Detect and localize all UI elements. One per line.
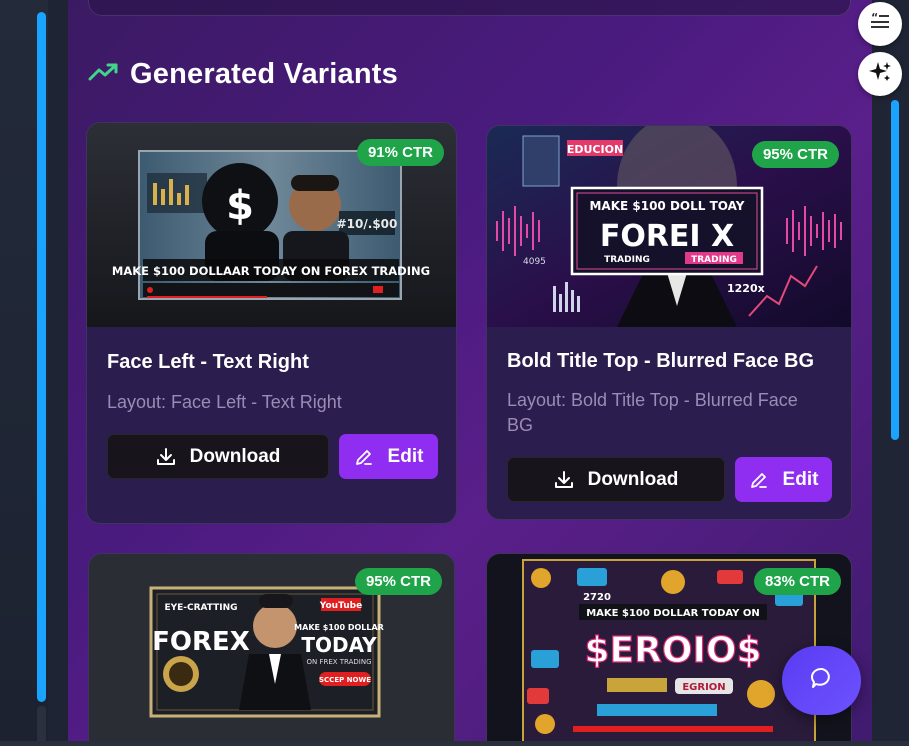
- download-label: Download: [587, 468, 679, 490]
- svg-text:1220x: 1220x: [727, 282, 765, 295]
- variant-layout: Layout: Bold Title Top - Blurred Face BG: [507, 388, 798, 438]
- right-scrollbar[interactable]: [891, 100, 899, 440]
- svg-text:$: $: [226, 183, 254, 229]
- svg-text:MAKE $100 DOLLAAR TODAY ON FOR: MAKE $100 DOLLAAR TODAY ON FOREX TRADING: [112, 264, 430, 278]
- left-scrollbar[interactable]: [37, 12, 46, 702]
- svg-text:#10/.$00: #10/.$00: [337, 217, 398, 231]
- svg-text:EDUCION: EDUCION: [567, 143, 623, 156]
- section-title: Generated Variants: [130, 58, 398, 90]
- edit-button[interactable]: Edit: [339, 434, 438, 479]
- svg-text:MAKE $100 DOLLAR: MAKE $100 DOLLAR: [294, 623, 384, 632]
- variant-card: EDUCION MAKE $100 DOLL TOAY FOREI X TRAD…: [486, 125, 852, 520]
- thumbnail-image[interactable]: EDUCION MAKE $100 DOLL TOAY FOREI X TRAD…: [487, 126, 851, 327]
- svg-text:2720: 2720: [583, 592, 611, 603]
- chat-button[interactable]: [782, 646, 861, 715]
- chat-bubble-icon: [810, 666, 834, 695]
- download-icon: [156, 447, 176, 467]
- pencil-icon: [749, 470, 769, 490]
- sparkles-icon: [867, 59, 893, 90]
- svg-text:MAKE $100 DOLL TOAY: MAKE $100 DOLL TOAY: [589, 199, 744, 213]
- thumbnail-image[interactable]: $ #10/.$00 MAKE $100 DOLLAAR TODAY ON FO…: [87, 123, 456, 327]
- ctr-badge: 95% CTR: [354, 568, 442, 595]
- quote-list-button[interactable]: “: [858, 2, 902, 46]
- ctr-badge: 91% CTR: [356, 139, 444, 166]
- variant-card: $ #10/.$00 MAKE $100 DOLLAAR TODAY ON FO…: [86, 122, 457, 524]
- svg-text:ON FREX TRADING: ON FREX TRADING: [306, 658, 371, 666]
- download-icon: [554, 470, 574, 490]
- main-content: Generated Variants $ #10/.$00 MAKE $100 …: [68, 0, 872, 746]
- variant-title: Bold Title Top - Blurred Face BG: [507, 350, 815, 372]
- variant-card: EYE-CRATTING YouTube FOREX MAKE $100 DOL…: [88, 553, 455, 746]
- ai-assist-button[interactable]: [858, 52, 902, 96]
- trending-up-icon: [88, 61, 118, 88]
- svg-text:EYE-CRATTING: EYE-CRATTING: [164, 603, 237, 613]
- svg-text:TRADING: TRADING: [604, 255, 650, 265]
- thumbnail-image[interactable]: 2720 MAKE $100 DOLLAR TODAY ON $EROIO$ E…: [487, 554, 851, 746]
- svg-text:TRADING: TRADING: [691, 255, 737, 265]
- svg-text:SCCEP NOWE: SCCEP NOWE: [319, 676, 371, 684]
- previous-card-edge: [88, 0, 851, 16]
- svg-text:$EROIO$: $EROIO$: [584, 630, 761, 671]
- download-button[interactable]: Download: [107, 434, 329, 479]
- svg-text:MAKE $100 DOLLAR TODAY ON: MAKE $100 DOLLAR TODAY ON: [586, 608, 760, 619]
- variant-layout-line: BG: [507, 415, 534, 435]
- edit-label: Edit: [387, 445, 424, 467]
- svg-text:TODAY: TODAY: [301, 633, 377, 657]
- pencil-icon: [354, 447, 374, 467]
- quote-list-icon: “: [869, 11, 891, 38]
- variant-title: Face Left - Text Right: [107, 351, 309, 373]
- download-button[interactable]: Download: [507, 457, 725, 502]
- thumbnail-image[interactable]: EYE-CRATTING YouTube FOREX MAKE $100 DOL…: [89, 554, 454, 746]
- variant-card: 2720 MAKE $100 DOLLAR TODAY ON $EROIO$ E…: [486, 553, 852, 746]
- svg-text:FOREI X: FOREI X: [600, 219, 734, 254]
- edit-label: Edit: [782, 468, 819, 490]
- svg-text:EGRION: EGRION: [682, 682, 725, 693]
- svg-text:YouTube: YouTube: [319, 601, 362, 611]
- download-label: Download: [189, 445, 281, 467]
- left-scrollbar-track: [37, 706, 46, 746]
- section-header: Generated Variants: [88, 58, 398, 91]
- variant-layout: Layout: Face Left - Text Right: [107, 392, 342, 412]
- svg-text:4095: 4095: [523, 257, 546, 267]
- ctr-badge: 95% CTR: [751, 141, 839, 168]
- bottom-edge: [0, 741, 909, 746]
- variant-layout-line: Layout: Bold Title Top - Blurred Face: [507, 390, 798, 410]
- edit-button[interactable]: Edit: [735, 457, 832, 502]
- ctr-badge: 83% CTR: [753, 568, 841, 595]
- svg-text:FOREX: FOREX: [152, 627, 250, 657]
